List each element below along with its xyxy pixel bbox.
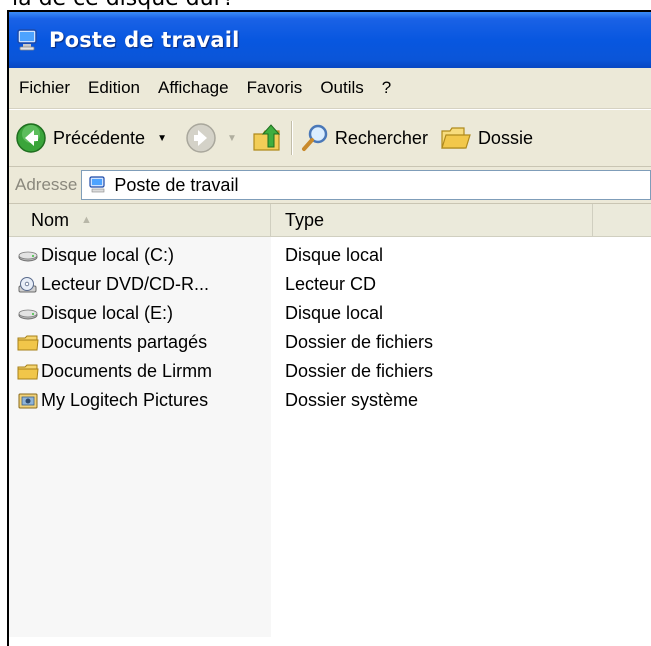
list-item[interactable]: Lecteur DVD/CD-R... Lecteur CD	[9, 270, 651, 299]
list-header: Nom ▲ Type	[9, 204, 651, 237]
menu-affichage[interactable]: Affichage	[150, 74, 239, 102]
search-icon	[301, 124, 328, 151]
back-button[interactable]: Précédente ▼	[9, 116, 167, 160]
address-label: Adresse	[15, 175, 78, 194]
folder-icon	[17, 335, 39, 350]
cropped-caption-text: ia de ce disque dur?	[0, 0, 651, 10]
folders-button[interactable]: Dossie	[440, 116, 533, 160]
search-label: Rechercher	[334, 127, 428, 148]
item-name: My Logitech Pictures	[41, 390, 209, 410]
hard-drive-icon	[18, 309, 38, 319]
address-bar: Adresse Poste de travail	[9, 167, 651, 204]
item-type: Disque local	[285, 245, 384, 265]
file-list: Disque local (C:) Disque local Lecteur D…	[9, 237, 651, 637]
forward-arrow-icon	[186, 123, 216, 153]
item-name: Documents de Lirmm	[41, 361, 213, 381]
item-type: Dossier de fichiers	[285, 361, 434, 381]
search-button[interactable]: Rechercher	[299, 116, 428, 160]
item-name: Disque local (E:)	[41, 303, 174, 323]
item-type: Lecteur CD	[285, 274, 377, 294]
item-type: Dossier système	[285, 390, 419, 410]
up-folder-button[interactable]	[251, 116, 285, 160]
folder-icon	[17, 364, 39, 379]
address-value: Poste de travail	[114, 174, 239, 195]
list-item[interactable]: Documents de Lirmm Dossier de fichiers	[9, 357, 651, 386]
item-name: Documents partagés	[41, 332, 208, 352]
item-name: Disque local (C:)	[41, 245, 175, 265]
list-item[interactable]: Disque local (C:) Disque local	[9, 241, 651, 270]
menu-favoris[interactable]: Favoris	[239, 74, 313, 102]
column-header-empty[interactable]	[593, 204, 651, 236]
back-arrow-icon	[16, 123, 46, 153]
my-computer-icon	[17, 29, 37, 51]
up-folder-icon	[253, 124, 281, 151]
toolbar: Précédente ▼ ▼ Rechercher Dossie	[9, 109, 651, 167]
menu-outils[interactable]: Outils	[312, 74, 373, 102]
window-title: Poste de travail	[49, 28, 240, 52]
explorer-window: Poste de travail Fichier Edition Afficha…	[7, 10, 651, 646]
list-item[interactable]: My Logitech Pictures Dossier système	[9, 386, 651, 415]
forward-button[interactable]: ▼	[185, 116, 237, 160]
back-dropdown-icon[interactable]: ▼	[157, 133, 167, 144]
back-label: Précédente	[53, 127, 146, 148]
forward-dropdown-icon[interactable]: ▼	[227, 133, 237, 144]
my-computer-small-icon	[89, 176, 105, 193]
cd-drive-icon	[18, 276, 37, 292]
title-bar[interactable]: Poste de travail	[9, 12, 651, 68]
folders-label: Dossie	[477, 127, 533, 148]
menu-help[interactable]: ?	[374, 74, 401, 102]
sort-ascending-icon: ▲	[81, 214, 92, 226]
item-name: Lecteur DVD/CD-R...	[41, 274, 210, 294]
menu-bar: Fichier Edition Affichage Favoris Outils…	[9, 68, 651, 109]
column-name-label: Nom	[31, 209, 70, 230]
hard-drive-icon	[18, 251, 38, 261]
column-header-type[interactable]: Type	[271, 204, 593, 236]
column-header-name[interactable]: Nom ▲	[9, 204, 271, 236]
address-field[interactable]: Poste de travail	[81, 170, 651, 200]
list-item[interactable]: Disque local (E:) Disque local	[9, 299, 651, 328]
menu-fichier[interactable]: Fichier	[11, 74, 80, 102]
item-type: Dossier de fichiers	[285, 332, 434, 352]
item-type: Disque local	[285, 303, 384, 323]
folders-icon	[441, 127, 471, 149]
list-item[interactable]: Documents partagés Dossier de fichiers	[9, 328, 651, 357]
menu-edition[interactable]: Edition	[80, 74, 150, 102]
toolbar-separator	[290, 121, 293, 155]
camera-folder-icon	[18, 393, 38, 408]
column-type-label: Type	[285, 209, 325, 230]
